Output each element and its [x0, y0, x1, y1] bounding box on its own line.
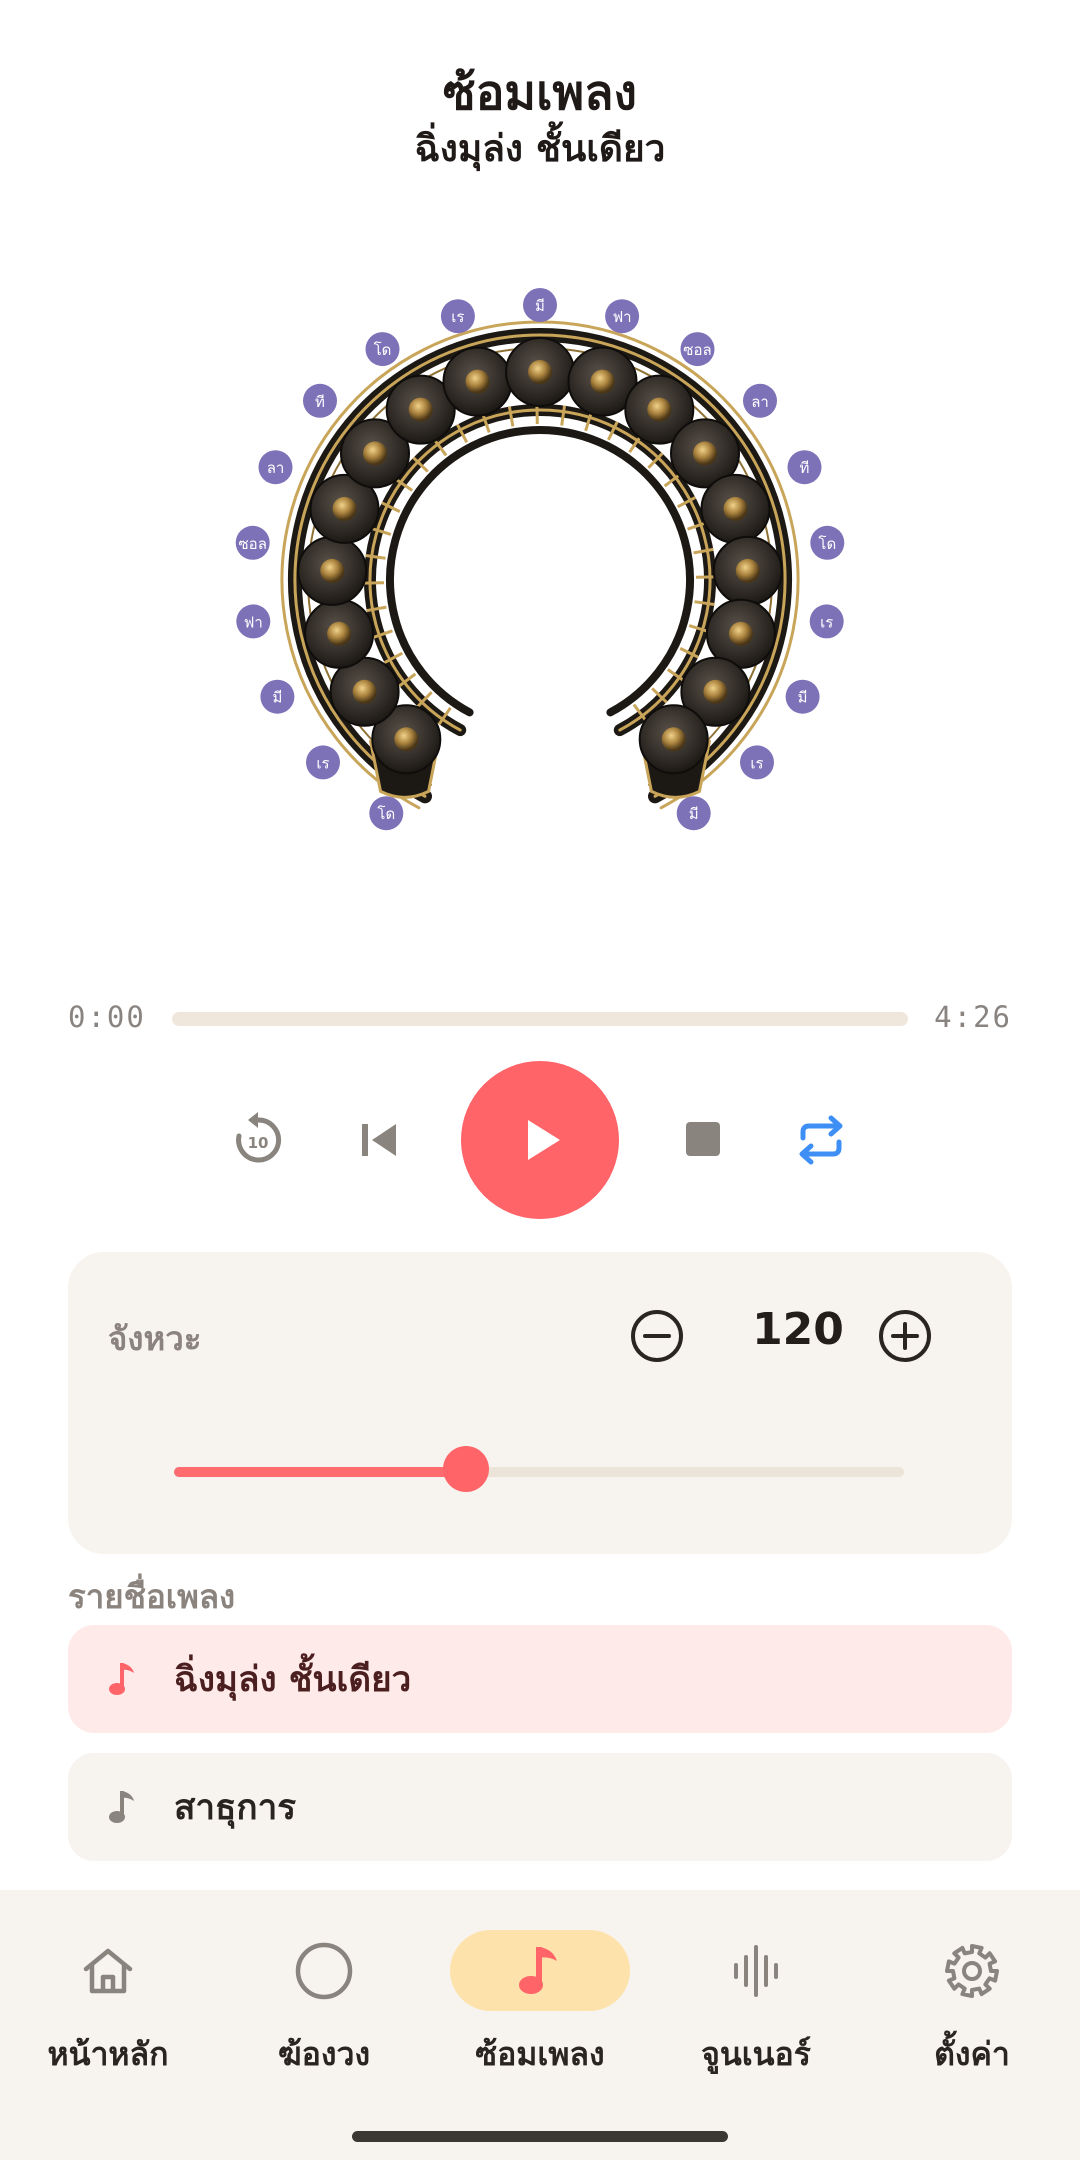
tempo-increase-button[interactable] — [877, 1308, 933, 1364]
tempo-decrease-button[interactable] — [629, 1308, 685, 1364]
page-header: ซ้อมเพลง ฉิ่งมุล่ง ชั้นเดียว — [0, 62, 1080, 174]
transport-controls: 10 — [0, 1060, 1080, 1220]
gong-boss — [352, 679, 377, 704]
note-label: โด — [818, 535, 836, 553]
play-button[interactable] — [461, 1061, 619, 1219]
gong-boss — [332, 496, 357, 521]
tempo-slider[interactable] — [174, 1446, 904, 1492]
bottom-nav: หน้าหลัก ฆ้องวง ซ้อมเพลง จูนเนอร์ ตั้งค่… — [0, 1890, 1080, 2160]
nav-label: จูนเนอร์ — [701, 2035, 811, 2073]
music-note-icon — [109, 1791, 134, 1823]
minus-circle-icon — [631, 1310, 683, 1362]
note-label: ลา — [751, 393, 769, 411]
song-subtitle: ฉิ่งมุล่ง ชั้นเดียว — [414, 127, 666, 170]
song-item[interactable]: สาธุการ — [68, 1753, 1012, 1861]
home-icon — [83, 1948, 133, 1993]
note-label: มี — [689, 805, 699, 823]
song-name: สาธุการ — [174, 1787, 297, 1828]
gong-boss — [363, 441, 387, 466]
stop-button[interactable] — [676, 1112, 732, 1168]
waveform-icon — [734, 1944, 778, 1997]
nav-label: ซ้อมเพลง — [475, 2035, 605, 2073]
note-label: ซอล — [683, 341, 711, 359]
nav-tuner[interactable]: จูนเนอร์ — [648, 1930, 864, 2080]
nav-settings[interactable]: ตั้งค่า — [864, 1930, 1080, 2080]
nav-khong[interactable]: ฆ้องวง — [216, 1930, 432, 2080]
progress-bar[interactable] — [172, 1012, 908, 1026]
nav-home[interactable]: หน้าหลัก — [0, 1930, 216, 2080]
tempo-slider-thumb[interactable] — [443, 1446, 489, 1492]
skip-previous-icon — [362, 1124, 396, 1156]
nav-label: ฆ้องวง — [277, 2035, 371, 2073]
gong-boss — [703, 679, 728, 704]
page-title: ซ้อมเพลง — [443, 65, 637, 121]
circle-icon — [295, 1942, 353, 1999]
total-time: 4:26 — [934, 1000, 1012, 1034]
gong-boss — [661, 727, 686, 752]
gong-boss — [408, 397, 433, 422]
nav-practice[interactable]: ซ้อมเพลง — [432, 1930, 648, 2080]
note-label: โด — [374, 341, 392, 359]
svg-text:10: 10 — [248, 1134, 269, 1152]
note-label: ที — [315, 393, 325, 411]
note-label: ลา — [267, 459, 285, 477]
gong-boss — [735, 558, 760, 583]
replay-10-button[interactable]: 10 — [228, 1110, 288, 1170]
music-note-icon — [519, 1946, 557, 1994]
nav-label: ตั้งค่า — [934, 2035, 1010, 2073]
gong-boss — [465, 369, 490, 394]
gong-boss — [728, 621, 753, 646]
gong-boss — [327, 621, 352, 646]
note-label: ฟา — [244, 613, 263, 631]
note-label: มี — [798, 689, 808, 707]
plus-circle-icon — [879, 1310, 931, 1362]
note-label: โด — [377, 805, 395, 823]
nav-label: หน้าหลัก — [47, 2035, 169, 2073]
frame-rail — [386, 425, 694, 717]
gong-boss — [528, 360, 552, 384]
note-label: ที — [800, 459, 810, 477]
note-label: เร — [820, 613, 833, 631]
gong-boss — [320, 558, 345, 583]
tempo-slider-fill — [174, 1467, 466, 1477]
tempo-label: จังหวะ — [108, 1319, 202, 1358]
stop-icon — [686, 1122, 720, 1156]
tempo-card: จังหวะ 120 — [68, 1252, 1012, 1554]
current-time: 0:00 — [68, 1000, 146, 1034]
repeat-button[interactable] — [791, 1110, 851, 1170]
note-label: มี — [535, 297, 545, 315]
gear-icon — [945, 1943, 999, 1998]
khong-wong-illustration[interactable]: โดเรมีฟาซอลลาทีโดเรมีฟาซอลลาทีโดเรมีเรมี — [170, 280, 910, 900]
gong-boss — [723, 496, 748, 521]
note-label: ฟา — [613, 308, 632, 326]
note-label: มี — [272, 689, 282, 707]
replay-10-icon: 10 — [236, 1112, 282, 1163]
repeat-icon — [799, 1115, 843, 1165]
previous-button[interactable] — [352, 1112, 408, 1168]
note-label: เร — [750, 754, 763, 772]
music-note-icon — [109, 1663, 134, 1695]
gong-boss — [647, 397, 672, 422]
tempo-value: 120 — [752, 1304, 844, 1355]
song-item-active[interactable]: ฉิ่งมุล่ง ชั้นเดียว — [68, 1625, 1012, 1733]
note-label: เร — [316, 754, 329, 772]
gong-boss — [693, 441, 717, 466]
play-icon — [528, 1120, 560, 1160]
note-label: เร — [451, 308, 464, 326]
gong-boss — [590, 369, 615, 394]
home-indicator[interactable] — [352, 2131, 728, 2142]
song-name: ฉิ่งมุล่ง ชั้นเดียว — [174, 1659, 412, 1700]
song-list-title: รายชื่อเพลง — [68, 1577, 236, 1616]
note-label: ซอล — [239, 535, 267, 553]
gong-boss — [394, 727, 419, 752]
